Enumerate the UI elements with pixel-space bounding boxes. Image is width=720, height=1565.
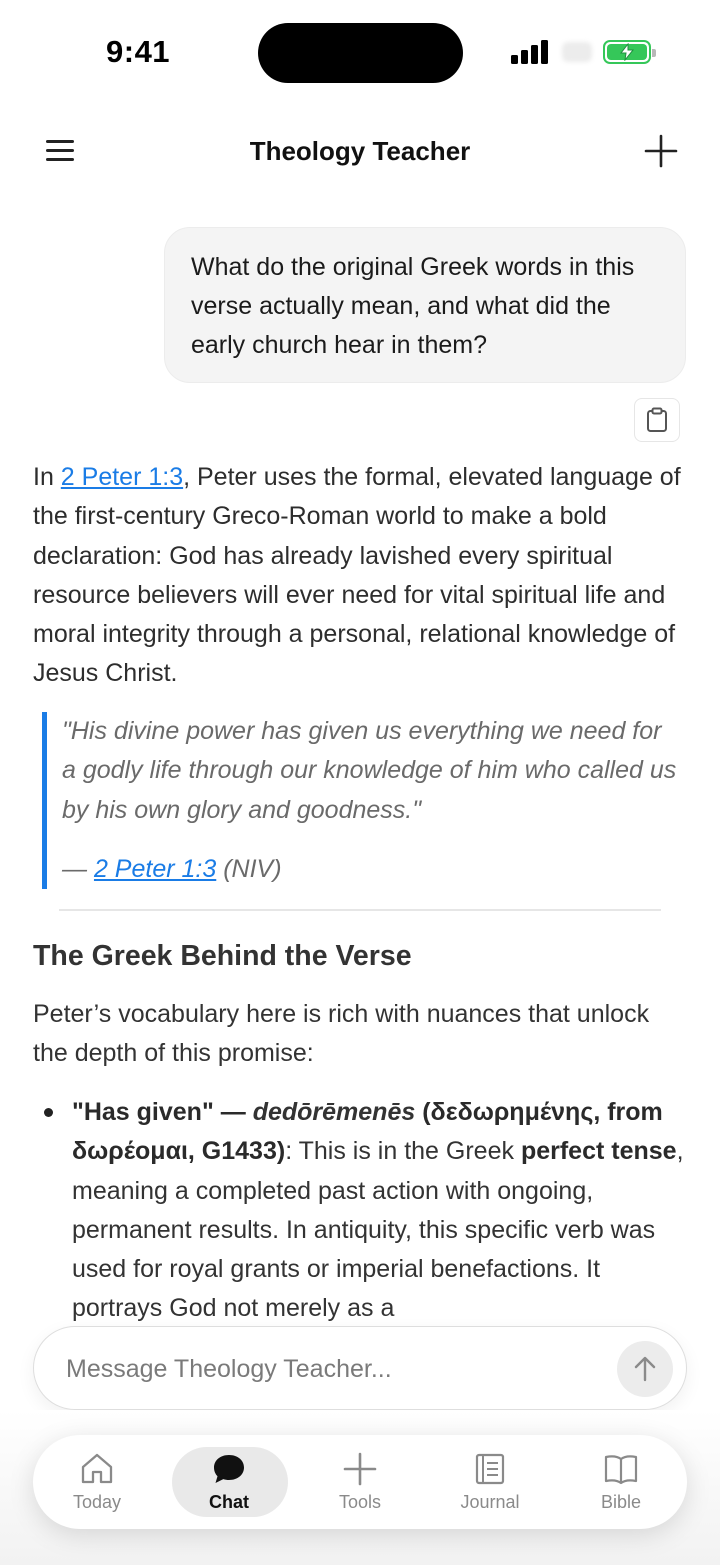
user-message-bubble: What do the original Greek words in this… [164, 227, 686, 383]
clipboard-icon [647, 407, 667, 432]
list-item: "Has given" — dedōrēmenēs (δεδωρημένης, … [33, 1093, 693, 1329]
tab-journal[interactable]: Journal [430, 1435, 550, 1529]
copy-message-button[interactable] [634, 398, 680, 442]
send-button[interactable] [617, 1341, 673, 1397]
home-icon [81, 1453, 113, 1484]
cellular-signal-icon [511, 40, 549, 64]
dynamic-island [258, 23, 463, 83]
status-time: 9:41 [106, 34, 171, 69]
app-header: Theology Teacher [0, 120, 720, 184]
assistant-intro-paragraph: In 2 Peter 1:3, Peter uses the formal, e… [33, 463, 681, 688]
plus-icon [343, 1452, 377, 1486]
page-title: Theology Teacher [249, 136, 471, 166]
quote-citation: — 2 Peter 1:3 (NIV) [62, 854, 282, 883]
open-book-icon [604, 1455, 638, 1485]
quote-text: "His divine power has given us everythin… [62, 717, 677, 824]
tab-tools[interactable]: Tools [300, 1435, 420, 1529]
section-heading: The Greek Behind the Verse [33, 940, 412, 972]
journal-icon [475, 1453, 505, 1485]
section-intro-text: Peter’s vocabulary here is rich with nua… [33, 1000, 650, 1068]
citation-link[interactable]: 2 Peter 1:3 [94, 855, 216, 883]
chat-bubble-icon [214, 1455, 244, 1483]
bottom-tab-bar: Today Chat Tools Journal Bible [33, 1435, 687, 1529]
battery-icon [603, 40, 656, 64]
scripture-blockquote: "His divine power has given us everythin… [42, 712, 682, 890]
greek-terms-list: "Has given" — dedōrēmenēs (δεδωρημένης, … [33, 1093, 693, 1329]
tab-chat[interactable]: Chat [169, 1435, 289, 1529]
scripture-link[interactable]: 2 Peter 1:3 [61, 463, 183, 491]
new-chat-plus-icon[interactable] [644, 134, 678, 168]
wifi-icon [562, 42, 592, 62]
tab-bible[interactable]: Bible [561, 1435, 681, 1529]
tab-today[interactable]: Today [37, 1435, 157, 1529]
status-bar: 9:41 [0, 0, 720, 100]
message-composer [33, 1326, 687, 1410]
message-input[interactable] [66, 1347, 606, 1391]
arrow-up-icon [634, 1356, 656, 1382]
horizontal-divider [59, 909, 661, 911]
bullet-icon [44, 1108, 53, 1117]
